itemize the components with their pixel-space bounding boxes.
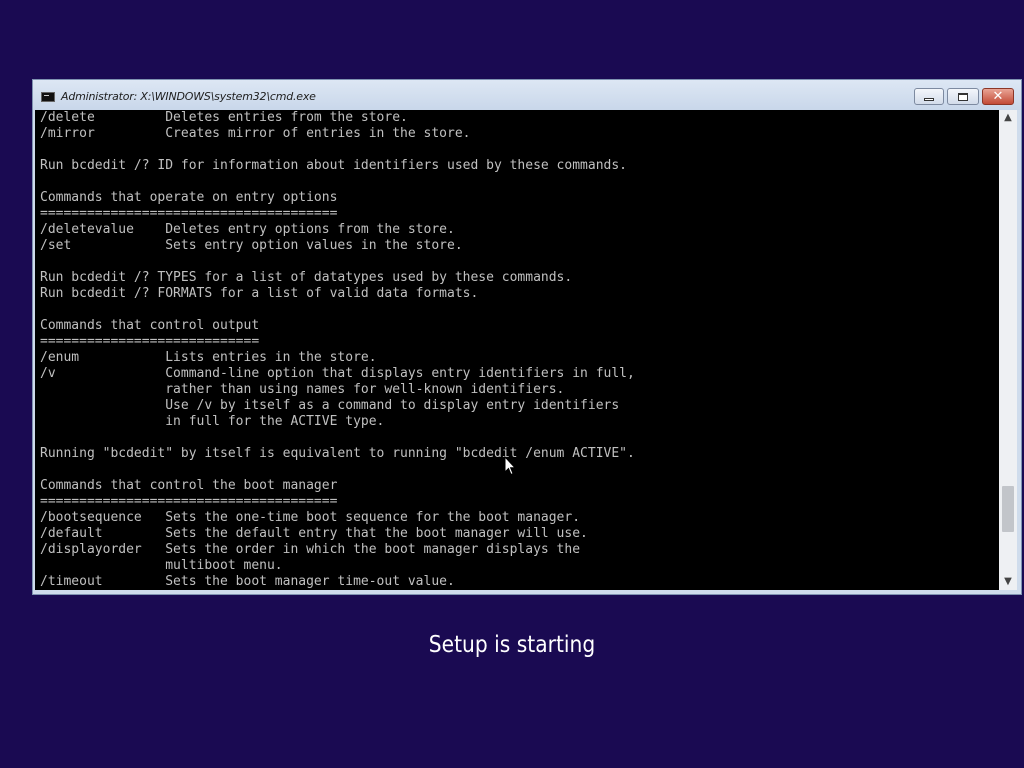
minimize-button[interactable]: [914, 88, 944, 105]
console-line: Run bcdedit /? TYPES for a list of datat…: [40, 270, 573, 285]
console-line: /default Sets the default entry that the…: [40, 526, 588, 541]
console-line: rather than using names for well-known i…: [40, 382, 565, 397]
cmd-window[interactable]: Administrator: X:\WINDOWS\system32\cmd.e…: [32, 79, 1022, 595]
console-line: /mirror Creates mirror of entries in the…: [40, 126, 471, 141]
setup-status-text: Setup is starting: [428, 632, 596, 658]
console-line: /enum Lists entries in the store.: [40, 350, 377, 365]
title-bar[interactable]: Administrator: X:\WINDOWS\system32\cmd.e…: [33, 80, 1021, 110]
console-line: Commands that operate on entry options: [40, 190, 338, 205]
cmd-icon[interactable]: [41, 92, 55, 102]
console-line: in full for the ACTIVE type.: [40, 414, 385, 429]
console-line: Commands that control the boot manager: [40, 478, 338, 493]
console-line: Commands that control output: [40, 318, 260, 333]
vertical-scrollbar[interactable]: ▲ ▼: [999, 110, 1017, 590]
console-line: Running "bcdedit" by itself is equivalen…: [40, 446, 635, 461]
maximize-icon: [958, 92, 968, 101]
console-line: /deletevalue Deletes entry options from …: [40, 222, 455, 237]
close-button[interactable]: ✕: [982, 88, 1014, 105]
minimize-icon: [924, 98, 934, 101]
mouse-pointer-icon: [504, 455, 517, 480]
maximize-button[interactable]: [947, 88, 979, 105]
console-line: ======================================: [40, 494, 338, 509]
console-lines: /delete Deletes entries from the store. /…: [40, 110, 635, 590]
console-line: Use /v by itself as a command to display…: [40, 398, 620, 413]
window-title: Administrator: X:\WINDOWS\system32\cmd.e…: [61, 90, 316, 103]
scroll-thumb[interactable]: [1002, 486, 1014, 532]
console-line: multiboot menu.: [40, 558, 283, 573]
scroll-up-arrow-icon[interactable]: ▲: [999, 110, 1017, 126]
console-line: /bootsequence Sets the one-time boot seq…: [40, 510, 581, 525]
scroll-down-arrow-icon[interactable]: ▼: [999, 574, 1017, 590]
console-line: ======================================: [40, 206, 338, 221]
console-line: /v Command-line option that displays ent…: [40, 366, 635, 381]
console-line: Run bcdedit /? ID for information about …: [40, 158, 627, 173]
console-output[interactable]: /delete Deletes entries from the store. /…: [35, 110, 999, 590]
console-line: Run bcdedit /? FORMATS for a list of val…: [40, 286, 479, 301]
desktop-background: Administrator: X:\WINDOWS\system32\cmd.e…: [0, 0, 1024, 768]
console-line: /displayorder Sets the order in which th…: [40, 542, 581, 557]
console-line: /set Sets entry option values in the sto…: [40, 238, 463, 253]
close-icon: ✕: [992, 89, 1004, 104]
console-line: ============================: [40, 334, 260, 349]
console-line: /timeout Sets the boot manager time-out …: [40, 574, 455, 589]
console-line: /delete Deletes entries from the store.: [40, 110, 408, 125]
